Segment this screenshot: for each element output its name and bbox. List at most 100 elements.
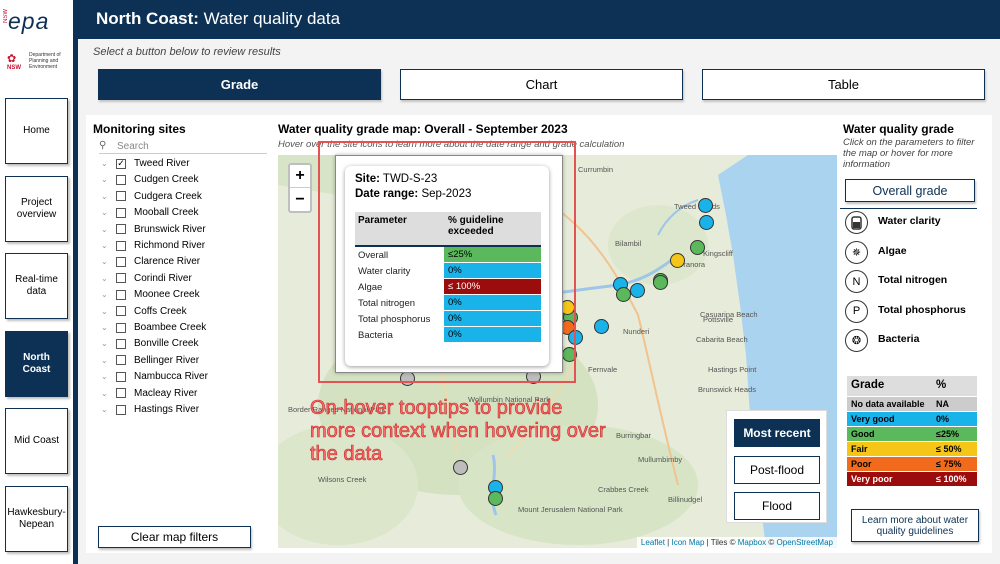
chevron-down-icon[interactable]: ⌄ [101, 323, 113, 332]
site-checkbox[interactable] [116, 404, 126, 415]
site-search[interactable]: ⚲ Search [99, 139, 267, 154]
site-checkbox[interactable] [116, 207, 126, 218]
tooltip-row: Algae ≤ 100% [355, 279, 541, 295]
site-checkbox[interactable] [116, 273, 126, 284]
chevron-down-icon[interactable]: ⌄ [101, 208, 113, 217]
site-item[interactable]: ⌄ Moonee Creek [101, 287, 200, 302]
overall-grade-button[interactable]: Overall grade [845, 179, 975, 202]
chevron-down-icon[interactable]: ⌄ [101, 372, 113, 381]
chevron-down-icon[interactable]: ⌄ [101, 356, 113, 365]
site-checkbox[interactable] [116, 174, 126, 185]
legend-title: Water quality grade [843, 122, 954, 136]
chevron-down-icon[interactable]: ⌄ [101, 159, 113, 168]
site-item[interactable]: ⌄ Cudgera Creek [101, 189, 202, 204]
site-marker[interactable] [698, 198, 713, 213]
flood-button[interactable]: Flood [734, 492, 820, 520]
parameter-filter[interactable]: P Total phosphorus [845, 299, 985, 325]
site-checkbox[interactable] [116, 388, 126, 399]
place-label: Mount Jerusalem National Park [518, 505, 623, 514]
site-marker[interactable] [690, 240, 705, 255]
site-item[interactable]: ⌄ Richmond River [101, 238, 205, 253]
site-item[interactable]: ⌄ Bellinger River [101, 353, 199, 368]
tab-chart[interactable]: Chart [400, 69, 683, 100]
site-item[interactable]: ⌄ Mooball Creek [101, 205, 198, 220]
tooltip-param: Total phosphorus [358, 314, 431, 325]
leaflet-link[interactable]: Leaflet [641, 538, 665, 547]
tab-grade[interactable]: Grade [98, 69, 381, 100]
chevron-down-icon[interactable]: ⌄ [101, 175, 113, 184]
chevron-down-icon[interactable]: ⌄ [101, 225, 113, 234]
site-marker[interactable] [653, 275, 668, 290]
chevron-down-icon[interactable]: ⌄ [101, 192, 113, 201]
clear-map-filters-button[interactable]: Clear map filters [98, 526, 251, 548]
site-marker[interactable] [488, 491, 503, 506]
zoom-out-button[interactable]: − [290, 188, 310, 211]
icon-map-link[interactable]: Icon Map [671, 538, 704, 547]
chevron-down-icon[interactable]: ⌄ [101, 389, 113, 398]
site-checkbox[interactable] [116, 338, 126, 349]
parameter-filter[interactable]: Water clarity [845, 211, 985, 236]
site-item[interactable]: ⌄ Hastings River [101, 402, 199, 417]
parameter-label: Total nitrogen [878, 274, 948, 286]
nav-real-time-data[interactable]: Real-time data [5, 253, 68, 319]
chevron-down-icon[interactable]: ⌄ [101, 339, 113, 348]
nav-hawkesbury-nepean[interactable]: Hawkesbury-Nepean [5, 486, 68, 552]
nav-home[interactable]: Home [5, 98, 68, 164]
site-marker[interactable] [616, 287, 631, 302]
chevron-down-icon[interactable]: ⌄ [101, 241, 113, 250]
most-recent-button[interactable]: Most recent [734, 419, 820, 447]
site-marker[interactable] [400, 371, 415, 386]
site-checkbox[interactable] [116, 240, 126, 251]
grade-name: Poor [851, 459, 872, 469]
parameter-filter[interactable]: N Total nitrogen [845, 270, 985, 295]
tab-table[interactable]: Table [702, 69, 985, 100]
site-checkbox[interactable] [116, 355, 126, 366]
site-item[interactable]: ⌄ Macleay River [101, 386, 197, 401]
epa-logo: epa [8, 8, 50, 34]
legend-subtitle: Click on the parameters to filter the ma… [843, 137, 975, 170]
parameter-filter[interactable]: ✵ Algae [845, 240, 985, 266]
site-checkbox[interactable] [116, 371, 126, 382]
site-marker[interactable] [562, 347, 577, 362]
site-checkbox[interactable] [116, 322, 126, 333]
nav-north-coast[interactable]: North Coast [5, 331, 68, 397]
site-checkbox[interactable]: ✓ [116, 158, 126, 169]
nav-mid-coast[interactable]: Mid Coast [5, 408, 68, 474]
grade-name: No data available [851, 399, 925, 409]
site-item[interactable]: ⌄ Clarence River [101, 254, 200, 269]
site-checkbox[interactable] [116, 256, 126, 267]
site-marker[interactable] [594, 319, 609, 334]
site-item[interactable]: ⌄ Corindi River [101, 271, 192, 286]
chevron-down-icon[interactable]: ⌄ [101, 405, 113, 414]
nav-project-overview[interactable]: Project overview [5, 176, 68, 242]
tooltip-row: Total phosphorus 0% [355, 311, 541, 327]
chevron-down-icon[interactable]: ⌄ [101, 307, 113, 316]
site-item[interactable]: ⌄ Coffs Creek [101, 304, 187, 319]
chevron-down-icon[interactable]: ⌄ [101, 257, 113, 266]
site-marker[interactable] [670, 253, 685, 268]
zoom-in-button[interactable]: + [290, 165, 310, 188]
parameter-filter[interactable]: ❂ Bacteria [845, 329, 985, 354]
site-checkbox[interactable] [116, 224, 126, 235]
site-marker[interactable] [568, 330, 583, 345]
osm-link[interactable]: OpenStreetMap [777, 538, 833, 547]
site-checkbox[interactable] [116, 191, 126, 202]
grade-row: Very good 0% [847, 411, 977, 426]
mapbox-link[interactable]: Mapbox [738, 538, 766, 547]
site-marker[interactable] [699, 215, 714, 230]
site-checkbox[interactable] [116, 306, 126, 317]
site-item[interactable]: ⌄ Bonville Creek [101, 336, 198, 351]
site-marker[interactable] [630, 283, 645, 298]
chevron-down-icon[interactable]: ⌄ [101, 274, 113, 283]
page-header: North Coast: Water quality data [78, 0, 1000, 39]
site-checkbox[interactable] [116, 289, 126, 300]
post-flood-button[interactable]: Post-flood [734, 456, 820, 484]
learn-more-button[interactable]: Learn more about water quality guideline… [851, 509, 979, 542]
site-item[interactable]: ⌄ Cudgen Creek [101, 172, 198, 187]
site-item[interactable]: ⌄ Boambee Creek [101, 320, 206, 335]
site-item[interactable]: ⌄ Brunswick River [101, 222, 206, 237]
site-item[interactable]: ⌄ ✓ Tweed River [101, 156, 190, 171]
chevron-down-icon[interactable]: ⌄ [101, 290, 113, 299]
tooltip-site-value: TWD-S-23 [382, 173, 438, 185]
site-item[interactable]: ⌄ Nambucca River [101, 369, 208, 384]
